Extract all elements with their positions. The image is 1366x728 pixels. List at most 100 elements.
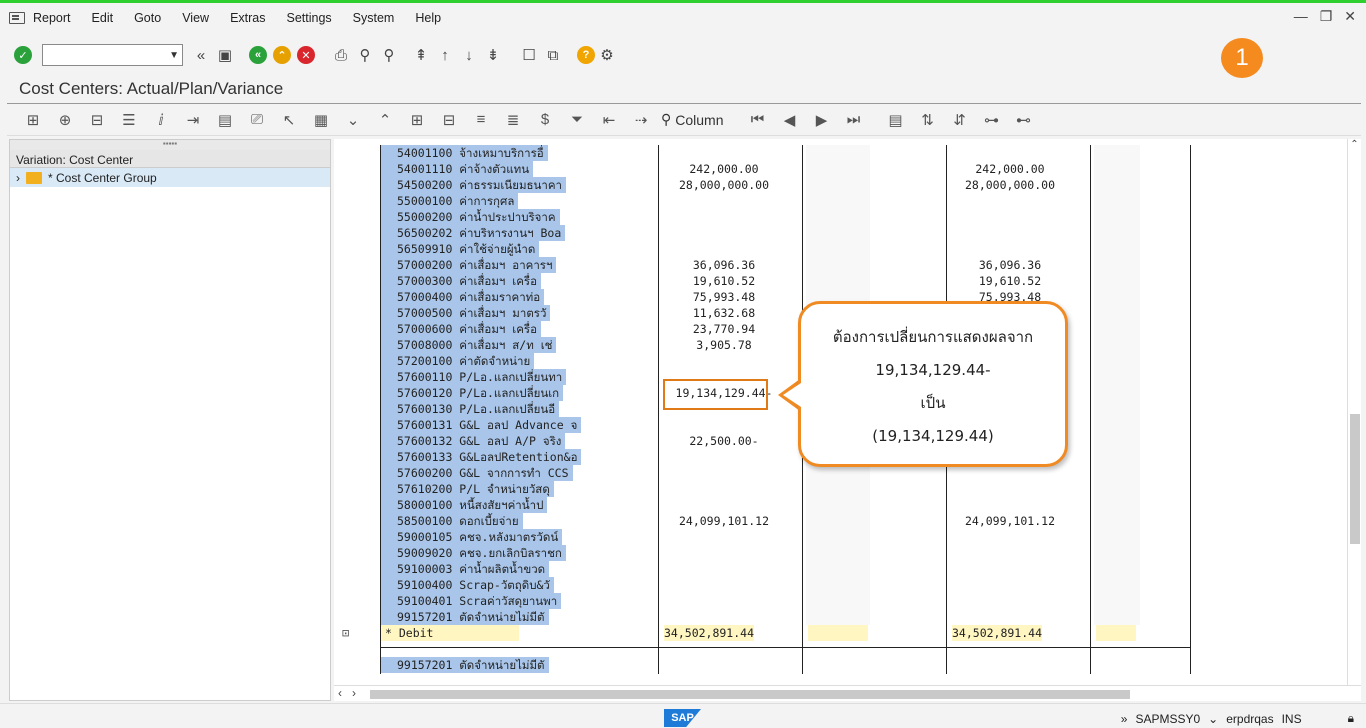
collapse-all-icon[interactable]: ⌃ — [369, 108, 401, 132]
menu-system[interactable]: System — [353, 11, 395, 25]
account-cell[interactable]: 57008000 ค่าเสื่อมฯ ส/ท เช่ — [381, 337, 557, 353]
command-field[interactable]: ▼ — [42, 44, 183, 66]
restore-icon[interactable]: ❐ — [1320, 8, 1333, 25]
find-icon[interactable]: ⚲ — [353, 43, 377, 67]
back-icon[interactable]: « — [249, 46, 267, 64]
expand-status-icon[interactable]: » — [1121, 712, 1128, 726]
enter-checkmark-icon[interactable]: ✓ — [14, 46, 32, 64]
table-row[interactable]: 55000200 ค่าน้ำประปาบริจาค — [334, 209, 1347, 225]
table-row[interactable]: 57000300 ค่าเสื่อมฯ เครื่อ 19,610.52 19,61… — [334, 273, 1347, 289]
total-row-icon[interactable]: ⊡ — [342, 626, 349, 640]
account-cell[interactable]: 55000100 ค่าการกุศล — [381, 193, 519, 209]
account-cell[interactable]: 59100401 Scraค่าวัสดุยานพา — [381, 593, 562, 609]
menu-extras[interactable]: Extras — [230, 11, 265, 25]
account-cell[interactable]: 56509910 ค่าใช้จ่ายผู้นำด — [381, 241, 540, 257]
cost-center-icon[interactable]: ⊟ — [81, 108, 113, 132]
previous-column-icon[interactable]: ◀ — [774, 108, 806, 132]
currency-icon[interactable]: $ — [529, 108, 561, 132]
double-chevron-left-icon[interactable]: « — [189, 43, 213, 67]
account-cell[interactable]: 59000105 คชจ.หลังมาตรวัดน์ — [381, 529, 563, 545]
account-cell[interactable]: 58500100 ดอกเบี้ยจ่าย — [381, 513, 523, 529]
account-cell[interactable]: 57600132 G&L อลป A/P จริง — [381, 433, 566, 449]
drillup-icon[interactable]: ⇵ — [944, 108, 976, 132]
table-row[interactable]: 58000100 หนี้สงสัยฯค่าน้ำป — [334, 497, 1347, 513]
column-button[interactable]: ⚲ Column — [661, 111, 724, 128]
account-cell[interactable]: 57600133 G&LอลปRetention&อ — [381, 449, 582, 465]
cancel-icon[interactable]: ✕ — [297, 46, 315, 64]
menu-view[interactable]: View — [182, 11, 209, 25]
last-column-icon[interactable]: ⏭ — [838, 108, 870, 132]
next-page-icon[interactable]: ↓ — [457, 43, 481, 67]
table-row[interactable]: 57610200 P/L จำหน่ายวัสดุ — [334, 481, 1347, 497]
tree-node-cost-center-group[interactable]: › * Cost Center Group — [10, 168, 330, 187]
gear-icon[interactable]: ⚙ — [595, 43, 619, 67]
table-row[interactable]: 54001110 ค่าจ้างตัวแทน 242,000.00 242,000.… — [334, 161, 1347, 177]
menu-settings[interactable]: Settings — [287, 11, 332, 25]
account-cell[interactable]: 57000500 ค่าเสื่อมฯ มาตรวั — [381, 305, 551, 321]
menu-edit[interactable]: Edit — [92, 11, 114, 25]
table-row[interactable]: 99157201 ตัดจำหน่ายไม่มีตั — [334, 609, 1347, 625]
collapse-icon[interactable]: ⊟ — [433, 108, 465, 132]
print-icon[interactable]: ⎙ — [329, 43, 353, 67]
account-cell[interactable]: 57600120 P/Lอ.แลกเปลี่ยนเก — [381, 385, 564, 401]
help-icon[interactable]: ? — [577, 46, 595, 64]
account-cell[interactable]: 57000400 ค่าเสื่อมราคาท่อ — [381, 289, 545, 305]
vertical-scrollbar[interactable]: ⌃ — [1347, 139, 1361, 685]
scroll-right-icon[interactable]: › — [352, 686, 356, 700]
chevron-right-icon[interactable]: › — [16, 171, 20, 185]
table-row[interactable]: 57600200 G&L จากการทำ CCS — [334, 465, 1347, 481]
send-icon[interactable]: ⇢ — [625, 108, 657, 132]
account-cell[interactable]: 59009020 คชจ.ยกเลิกบิลราชก — [381, 545, 566, 561]
menu-list-icon[interactable] — [9, 12, 25, 24]
table-row[interactable]: 59100401 Scraค่าวัสดุยานพา — [334, 593, 1347, 609]
vertical-scroll-thumb[interactable] — [1350, 414, 1360, 544]
total-row[interactable]: * Debit 34,502,891.44 34,502,891.44 — [334, 625, 1347, 641]
lock-icon[interactable]: 🔒︎ — [1348, 711, 1354, 726]
account-cell[interactable]: 57610200 P/L จำหน่ายวัสดุ — [381, 481, 554, 497]
account-cell[interactable]: 57000600 ค่าเสื่อมฯ เครื่อ — [381, 321, 541, 337]
account-cell[interactable]: 56500202 ค่าบริหารงานฯ Boa — [381, 225, 566, 241]
layout-icon[interactable]: ☰ — [113, 108, 145, 132]
last-page-icon[interactable]: ⇟ — [481, 43, 505, 67]
account-cell[interactable]: 57600130 P/Lอ.แลกเปลี่ยนอี — [381, 401, 560, 417]
table-row[interactable]: 56500202 ค่าบริหารงานฯ Boa — [334, 225, 1347, 241]
info-icon[interactable]: ⅈ — [145, 108, 177, 132]
next-column-icon[interactable]: ▶ — [806, 108, 838, 132]
select-icon[interactable]: ↖ — [273, 108, 305, 132]
variation-icon[interactable]: ⊕ — [49, 108, 81, 132]
system-name[interactable]: SAPMSSY0 — [1135, 712, 1200, 726]
print-preview-icon[interactable]: ⎚ — [241, 108, 273, 132]
panel-grip[interactable]: ▪▪▪▪▪ — [10, 140, 330, 150]
import-icon[interactable]: ⇤ — [593, 108, 625, 132]
new-session-icon[interactable]: ☐ — [517, 43, 541, 67]
hierarchy-icon[interactable]: ⊞ — [17, 108, 49, 132]
scroll-left-icon[interactable]: ‹ — [338, 686, 342, 700]
shortcut-icon[interactable]: ⧉ — [541, 43, 565, 67]
table-row[interactable]: 59009020 คชจ.ยกเลิกบิลราชก — [334, 545, 1347, 561]
scroll-up-icon[interactable]: ⌃ — [1348, 139, 1361, 150]
calculator-icon[interactable]: ▦ — [305, 108, 337, 132]
save-icon[interactable]: ▣ — [213, 43, 237, 67]
structure-icon[interactable]: ⊶ — [976, 108, 1008, 132]
previous-page-icon[interactable]: ↑ — [433, 43, 457, 67]
menu-report[interactable]: Report — [33, 11, 71, 25]
export-icon[interactable]: ⇥ — [177, 108, 209, 132]
close-window-icon[interactable]: ✕ — [1344, 8, 1356, 25]
table-row[interactable]: 54001100 จ้างเหมาบริการอื่ — [334, 145, 1347, 161]
table-row[interactable]: 55000100 ค่าการกุศล — [334, 193, 1347, 209]
table-row[interactable]: 59100400 Scrap-วัตถุดิบ&วั — [334, 577, 1347, 593]
menu-help[interactable]: Help — [415, 11, 441, 25]
horizontal-scrollbar[interactable]: ‹ › — [334, 685, 1361, 701]
account-cell[interactable]: 59100400 Scrap-วัตถุดิบ&วั — [381, 577, 554, 593]
account-cell[interactable]: 54001110 ค่าจ้างตัวแทน — [381, 161, 534, 177]
first-column-icon[interactable]: ⏮ — [742, 108, 774, 132]
account-cell[interactable]: 57600131 G&L อลป Advance จ — [381, 417, 582, 433]
account-cell[interactable]: 58000100 หนี้สงสัยฯค่าน้ำป — [381, 497, 548, 513]
expand-icon[interactable]: ⊞ — [401, 108, 433, 132]
account-cell[interactable]: 54500200 ค่าธรรมเนียมธนาคา — [381, 177, 567, 193]
find-next-icon[interactable]: ⚲ — [377, 43, 401, 67]
account-cell[interactable]: 57200100 ค่าตัดจำหน่าย — [381, 353, 535, 369]
account-cell[interactable]: 55000200 ค่าน้ำประปาบริจาค — [381, 209, 560, 225]
table-row[interactable]: 99157201 ตัดจำหน่ายไม่มีตั — [334, 657, 1347, 673]
account-cell[interactable]: 57000200 ค่าเสื่อมฯ อาคารฯ — [381, 257, 557, 273]
